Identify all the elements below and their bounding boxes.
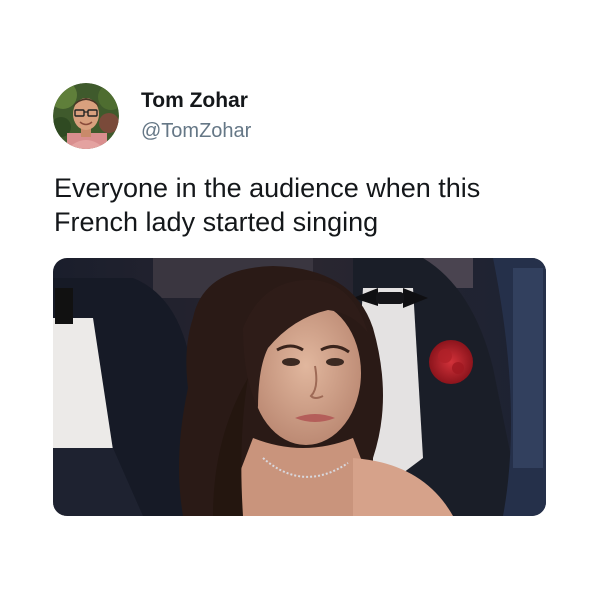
author-avatar[interactable] bbox=[53, 83, 119, 149]
profile-photo-icon bbox=[53, 83, 119, 149]
tweet-media[interactable] bbox=[53, 258, 546, 516]
audience-photo-icon bbox=[53, 258, 546, 516]
tweet-card: Tom Zohar @TomZohar Everyone in the audi… bbox=[0, 0, 599, 599]
author-handle[interactable]: @TomZohar bbox=[141, 120, 251, 143]
tweet-text: Everyone in the audience when this Frenc… bbox=[54, 171, 554, 239]
author-display-name[interactable]: Tom Zohar bbox=[141, 89, 248, 113]
tweet-text-line: French lady started singing bbox=[54, 207, 379, 237]
tweet-text-line: Everyone in the audience when this bbox=[54, 173, 481, 203]
